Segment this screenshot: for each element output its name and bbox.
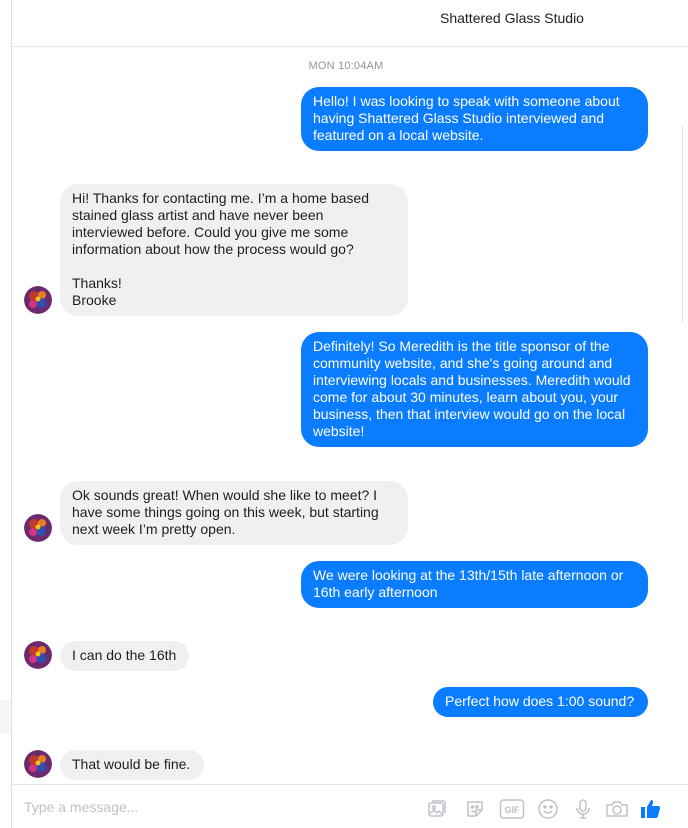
camera-icon[interactable]	[603, 797, 631, 821]
outgoing-message[interactable]: Definitely! So Meredith is the title spo…	[301, 332, 648, 447]
emoji-icon[interactable]	[536, 797, 560, 821]
incoming-message[interactable]: Ok sounds great! When would she like to …	[60, 481, 408, 545]
message-input[interactable]	[12, 795, 402, 819]
outgoing-message[interactable]: Perfect how does 1:00 sound?	[433, 687, 648, 717]
contact-avatar[interactable]	[24, 641, 52, 669]
sticker-icon[interactable]	[463, 797, 487, 821]
incoming-message[interactable]: Hi! Thanks for contacting me. I’m a home…	[60, 184, 408, 316]
contact-avatar[interactable]	[24, 514, 52, 542]
conversation-header: Shattered Glass Studio	[12, 0, 688, 47]
incoming-message[interactable]: I can do the 16th	[60, 641, 189, 671]
incoming-message[interactable]: That would be fine.	[60, 750, 204, 780]
right-panel-edge	[682, 126, 688, 322]
conversation-title[interactable]: Shattered Glass Studio	[440, 10, 584, 26]
message-timestamp: MON 10:04AM	[308, 60, 384, 72]
image-icon[interactable]	[425, 797, 449, 821]
contact-avatar[interactable]	[24, 750, 52, 778]
message-composer: GIF	[12, 784, 688, 828]
left-panel-edge	[0, 0, 12, 828]
gif-icon-label: GIF	[505, 805, 521, 815]
outgoing-message[interactable]: We were looking at the 13th/15th late af…	[301, 561, 648, 608]
gif-icon[interactable]: GIF	[498, 797, 526, 821]
contact-avatar[interactable]	[24, 286, 52, 314]
microphone-icon[interactable]	[571, 797, 595, 821]
left-panel-selected-item	[0, 700, 11, 734]
thumbs-up-icon[interactable]	[639, 797, 663, 821]
outgoing-message[interactable]: Hello! I was looking to speak with someo…	[301, 87, 648, 151]
